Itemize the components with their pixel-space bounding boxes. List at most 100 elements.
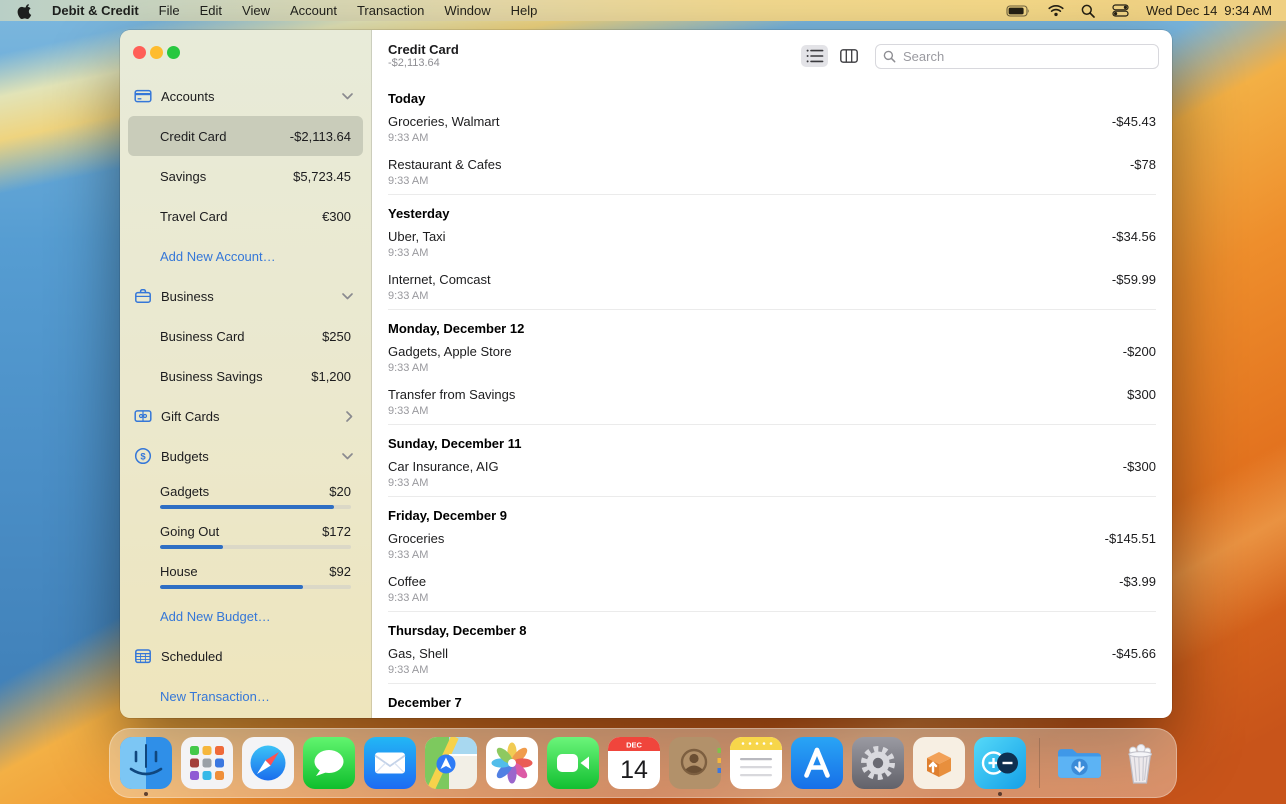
close-button[interactable] bbox=[133, 46, 146, 59]
sidebar-section-business[interactable]: Business bbox=[128, 276, 363, 316]
menu-item[interactable]: View bbox=[232, 3, 280, 18]
dock-trash[interactable] bbox=[1114, 737, 1166, 789]
budget-row-going-out[interactable]: Going Out $172 bbox=[128, 516, 363, 556]
budget-name: House bbox=[160, 564, 198, 579]
menu-item[interactable]: Edit bbox=[190, 3, 232, 18]
dock-safari[interactable] bbox=[242, 737, 294, 789]
battery-icon[interactable] bbox=[1006, 4, 1031, 18]
sidebar-account-savings[interactable]: Savings $5,723.45 bbox=[128, 156, 363, 196]
search-field[interactable] bbox=[875, 44, 1159, 69]
menu-bar-clock[interactable]: Wed Dec 14 9:34 AM bbox=[1146, 3, 1274, 18]
dock-calendar[interactable]: DEC14 bbox=[608, 737, 660, 789]
list-view-button[interactable] bbox=[801, 45, 828, 67]
dock-notes[interactable] bbox=[730, 737, 782, 789]
mail-icon bbox=[364, 737, 416, 789]
account-name: Credit Card bbox=[160, 129, 226, 144]
sidebar-account-credit-card[interactable]: Credit Card -$2,113.64 bbox=[128, 116, 363, 156]
active-app-name[interactable]: Debit & Credit bbox=[42, 3, 149, 18]
sidebar-section-scheduled[interactable]: Scheduled bbox=[128, 636, 363, 676]
spotlight-search-icon[interactable] bbox=[1081, 4, 1095, 18]
dock-contacts[interactable] bbox=[669, 737, 721, 789]
dock-messages[interactable] bbox=[303, 737, 355, 789]
transaction-row[interactable]: Groceries, Walmart 9:33 AM -$45.43 bbox=[388, 108, 1156, 151]
sidebar-account-business-card[interactable]: Business Card $250 bbox=[128, 316, 363, 356]
sidebar-section-accounts[interactable]: Accounts bbox=[128, 76, 363, 116]
transaction-amount: -$145.51 bbox=[1105, 531, 1156, 546]
sidebar-account-travel-card[interactable]: Travel Card €300 bbox=[128, 196, 363, 236]
safari-icon bbox=[242, 737, 294, 789]
menu-item[interactable]: Help bbox=[501, 3, 548, 18]
transaction-row[interactable]: Car Insurance, AIG 9:33 AM -$300 bbox=[388, 453, 1156, 496]
maps-icon bbox=[425, 737, 477, 789]
minimize-button[interactable] bbox=[150, 46, 163, 59]
new-transaction-button[interactable]: New Transaction… bbox=[128, 676, 363, 716]
column-view-button[interactable] bbox=[835, 45, 862, 67]
transaction-amount: -$300 bbox=[1123, 459, 1156, 474]
transaction-row[interactable]: Restaurant & Cafes 9:33 AM -$78 bbox=[388, 151, 1156, 194]
debit-credit-icon bbox=[974, 737, 1026, 789]
budget-progress-track bbox=[160, 505, 351, 509]
dock-mail[interactable] bbox=[364, 737, 416, 789]
menu-bar: Debit & Credit FileEditViewAccountTransa… bbox=[0, 0, 1286, 21]
zoom-button[interactable] bbox=[167, 46, 180, 59]
transaction-row[interactable]: Groceries 9:33 AM -$145.51 bbox=[388, 525, 1156, 568]
account-balance: €300 bbox=[322, 209, 351, 224]
dock-launchpad[interactable] bbox=[181, 737, 233, 789]
sidebar-section-budgets[interactable]: $ Budgets bbox=[128, 436, 363, 476]
chevron-down-icon[interactable] bbox=[342, 293, 353, 300]
apple-menu[interactable] bbox=[12, 3, 42, 19]
transaction-row[interactable]: Internet, Comcast 9:33 AM -$59.99 bbox=[388, 266, 1156, 309]
transaction-time: 9:33 AM bbox=[388, 549, 444, 561]
transaction-title: Restaurant & Cafes bbox=[388, 157, 501, 172]
chevron-right-icon[interactable] bbox=[346, 411, 353, 422]
dock-maps[interactable] bbox=[425, 737, 477, 789]
dock-app-store[interactable] bbox=[791, 737, 843, 789]
account-balance: $250 bbox=[322, 329, 351, 344]
credit-card-icon bbox=[134, 87, 152, 105]
dock-finder[interactable] bbox=[120, 737, 172, 789]
sidebar-account-business-savings[interactable]: Business Savings $1,200 bbox=[128, 356, 363, 396]
account-balance: $1,200 bbox=[311, 369, 351, 384]
transaction-row[interactable]: Coffee 9:33 AM -$3.99 bbox=[388, 568, 1156, 611]
budget-row-gadgets[interactable]: Gadgets $20 bbox=[128, 476, 363, 516]
transaction-row[interactable]: Postage, USPS 9:33 AM -$11.99 bbox=[388, 712, 1156, 718]
transaction-time: 9:33 AM bbox=[388, 247, 446, 259]
menu-item[interactable]: Account bbox=[280, 3, 347, 18]
chevron-down-icon[interactable] bbox=[342, 93, 353, 100]
add-new-account-button[interactable]: Add New Account… bbox=[128, 236, 363, 276]
transaction-amount: -$200 bbox=[1123, 344, 1156, 359]
add-new-budget-button[interactable]: Add New Budget… bbox=[128, 596, 363, 636]
dock-downloads-folder[interactable] bbox=[1053, 737, 1105, 789]
menu-item[interactable]: File bbox=[149, 3, 190, 18]
wifi-icon[interactable] bbox=[1048, 4, 1064, 17]
transaction-title: Coffee bbox=[388, 574, 428, 589]
transaction-amount: -$34.56 bbox=[1112, 229, 1156, 244]
list-view-icon bbox=[806, 49, 824, 63]
dock-debit-credit[interactable] bbox=[974, 737, 1026, 789]
transaction-time: 9:33 AM bbox=[388, 290, 491, 302]
group-date-header: Friday, December 9 bbox=[388, 505, 1156, 525]
transaction-title: Transfer from Savings bbox=[388, 387, 515, 402]
menu-item[interactable]: Window bbox=[434, 3, 500, 18]
section-label: Business bbox=[161, 289, 333, 304]
dock-facetime[interactable] bbox=[547, 737, 599, 789]
contacts-icon bbox=[669, 737, 721, 789]
transaction-row[interactable]: Gadgets, Apple Store 9:33 AM -$200 bbox=[388, 338, 1156, 381]
transaction-row[interactable]: Transfer from Savings 9:33 AM $300 bbox=[388, 381, 1156, 424]
sidebar-section-gift-cards[interactable]: Gift Cards bbox=[128, 396, 363, 436]
facetime-icon bbox=[547, 737, 599, 789]
menu-item[interactable]: Transaction bbox=[347, 3, 434, 18]
transaction-row[interactable]: Uber, Taxi 9:33 AM -$34.56 bbox=[388, 223, 1156, 266]
control-center-icon[interactable] bbox=[1112, 4, 1129, 17]
dock-photos[interactable] bbox=[486, 737, 538, 789]
transaction-amount: -$45.43 bbox=[1112, 114, 1156, 129]
transaction-row[interactable]: Gas, Shell 9:33 AM -$45.66 bbox=[388, 640, 1156, 683]
dock-system-settings[interactable] bbox=[852, 737, 904, 789]
chevron-down-icon[interactable] bbox=[342, 453, 353, 460]
svg-text:14: 14 bbox=[620, 756, 648, 784]
section-label: Scheduled bbox=[161, 649, 353, 664]
search-input[interactable] bbox=[901, 48, 1151, 65]
budget-name: Going Out bbox=[160, 524, 219, 539]
dock-package-app[interactable] bbox=[913, 737, 965, 789]
budget-row-house[interactable]: House $92 bbox=[128, 556, 363, 596]
